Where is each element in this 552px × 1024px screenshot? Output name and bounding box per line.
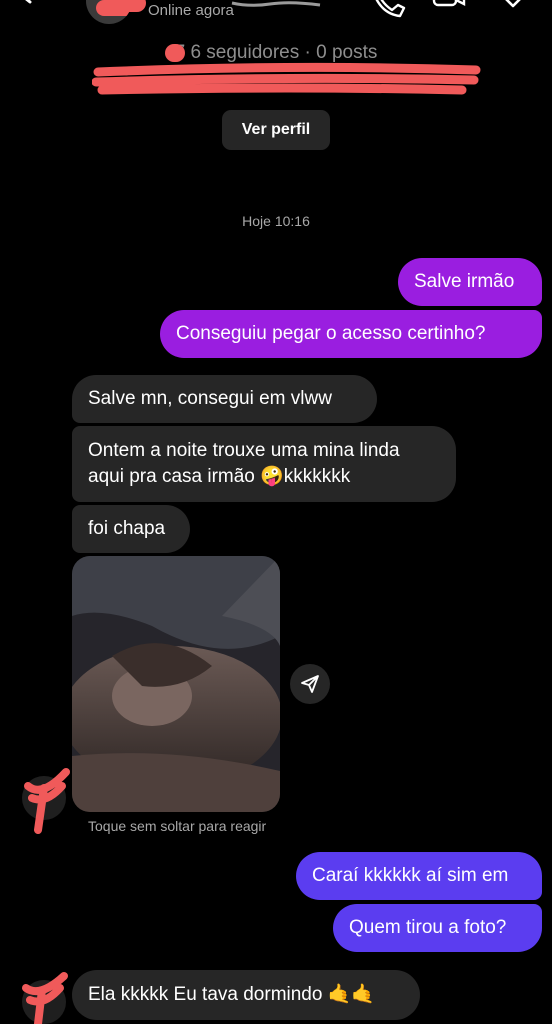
message-line: Ontem a noite trouxe uma mina linda bbox=[88, 440, 400, 461]
message-line: aqui pra casa irmão 🤪kkkkkkk bbox=[88, 466, 351, 487]
photo-message[interactable] bbox=[72, 556, 280, 812]
message-sent[interactable]: Caraí kkkkkk aí sim em bbox=[296, 852, 542, 900]
message-sent[interactable]: Quem tirou a foto? bbox=[333, 904, 542, 952]
phone-icon[interactable] bbox=[372, 0, 406, 18]
message-sent[interactable]: Salve irmão bbox=[398, 258, 542, 306]
share-icon bbox=[301, 675, 319, 693]
online-status: Online agora bbox=[148, 2, 234, 19]
message-received[interactable]: Salve mn, consegui em vlww bbox=[72, 375, 377, 423]
share-button[interactable] bbox=[290, 664, 330, 704]
message-received[interactable]: Ela kkkkk Eu tava dormindo 🤙🤙 bbox=[72, 970, 420, 1020]
view-profile-button[interactable]: Ver perfil bbox=[222, 110, 330, 150]
username bbox=[230, 0, 322, 7]
redaction-mark bbox=[104, 0, 146, 12]
redaction-mark bbox=[165, 44, 185, 62]
timestamp: Hoje 10:16 bbox=[242, 213, 310, 229]
message-sent[interactable]: Conseguiu pegar o acesso certinho? bbox=[160, 310, 542, 358]
redaction-scribble bbox=[24, 768, 70, 834]
reaction-hint: Toque sem soltar para reagir bbox=[88, 818, 267, 834]
video-icon[interactable] bbox=[432, 0, 466, 18]
redaction-scribble bbox=[22, 972, 68, 1024]
heart-icon[interactable] bbox=[496, 0, 530, 18]
message-received[interactable]: Ontem a noite trouxe uma mina linda aqui… bbox=[72, 426, 456, 502]
back-arrow-icon[interactable] bbox=[14, 0, 54, 18]
message-received[interactable]: foi chapa bbox=[72, 505, 190, 553]
redaction-scribble bbox=[92, 62, 481, 95]
followers-count: 7 6 seguidores · 0 posts bbox=[174, 42, 378, 63]
